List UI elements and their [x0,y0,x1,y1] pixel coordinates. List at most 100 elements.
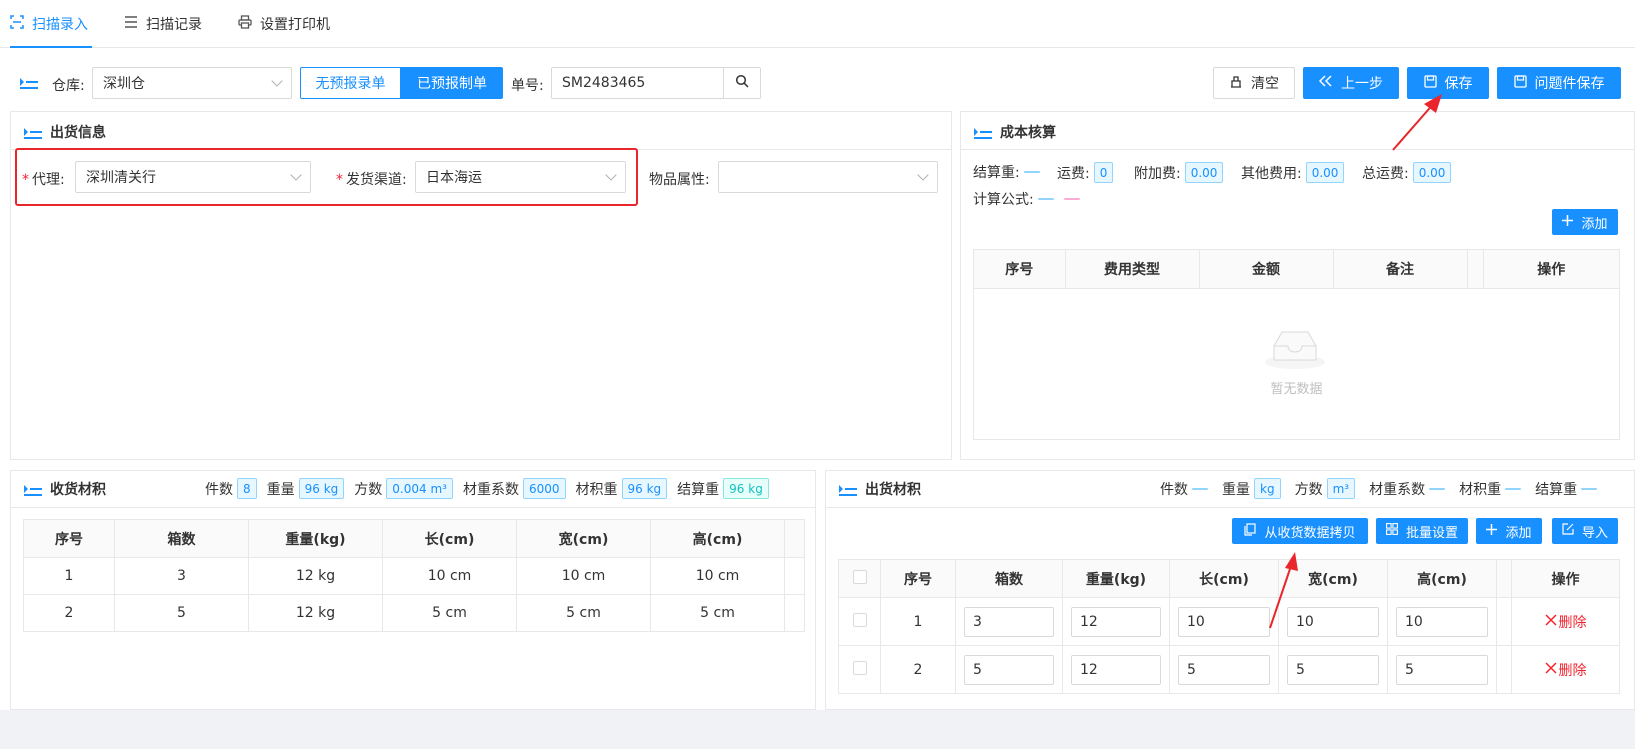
weight-input[interactable]: 12 [1071,654,1161,685]
item-attribute-label: 物品属性: [649,172,710,188]
box-count-input[interactable]: 3 [964,606,1054,637]
shipping-info-title: 出货信息 [50,125,106,141]
height-input[interactable]: 5 [1396,654,1488,685]
column-header: 重量(kg) [248,519,383,558]
copy-from-received-button[interactable]: 从收货数据拷贝 [1232,518,1368,544]
highlight-box [15,148,638,206]
table-row: 1 3 12 kg 10 cm 10 cm 10 cm [23,557,805,595]
delete-row-button[interactable]: 删除 [1544,612,1587,632]
stat-value-tag [1505,487,1522,490]
warehouse-select[interactable]: 深圳仓 [92,67,292,99]
stat-value-tag: 96 kg [298,478,345,499]
table-cell-spacer [1496,645,1512,694]
table-row: 2 5 12 5 5 5 删除 [838,645,1620,694]
column-header: 备注 [1332,250,1468,289]
problem-save-button[interactable]: 问题件保存 [1497,67,1621,99]
warehouse-label: 仓库: [52,78,85,94]
delete-row-button[interactable]: 删除 [1544,660,1587,680]
table-cell: 10 [1169,597,1279,646]
length-input[interactable]: 5 [1178,654,1270,685]
order-number-input[interactable]: SM2483465 [551,67,724,99]
length-input[interactable]: 10 [1178,606,1270,637]
divider [960,149,1635,150]
add-row-button[interactable]: 添加 [1476,518,1542,544]
add-cost-button[interactable]: 添加 [1552,209,1618,235]
table-cell: 3 [114,557,249,595]
table-cell-spacer [1496,597,1512,646]
column-header: 费用类型 [1064,250,1200,289]
stat-item: 结算重 [1535,478,1598,499]
stat-value-tag: kg [1254,478,1281,499]
table-cell: 1 [23,557,115,595]
stat-label: 方数 [1294,481,1323,498]
scan-icon [10,15,24,33]
select-all-checkbox[interactable] [852,569,867,584]
order-number-label: 单号: [511,78,544,94]
received-volume-title: 收货材积 [50,482,106,498]
search-icon [735,74,749,92]
delete-label: 删除 [1558,662,1587,679]
table-cell: 5 cm [516,594,651,632]
table-cell: 12 kg [248,594,383,632]
item-attribute-select[interactable] [718,161,938,193]
width-input[interactable]: 5 [1287,654,1379,685]
previous-step-button[interactable]: 上一步 [1303,67,1399,99]
cost-title: 成本核算 [1000,125,1056,141]
toggle-unreported-button[interactable]: 无预报录单 [300,67,401,99]
shipping-info-header: 出货信息 [24,122,106,142]
close-icon [1544,661,1557,678]
tab-printer-settings[interactable]: 设置打印机 [238,0,348,48]
empty-state-text: 暂无数据 [1270,382,1323,397]
tab-bar: 扫描录入 扫描记录 设置打印机 [0,0,1635,48]
batch-settings-button[interactable]: 批量设置 [1376,518,1468,544]
formula-label: 计算公式: [973,192,1034,208]
collapse-menu-icon[interactable] [20,75,38,89]
clear-button[interactable]: 清空 [1213,67,1295,99]
stat-item: 方数 0.004 m³ [354,478,453,499]
column-header: 操作 [1482,250,1619,289]
stat-value-tag: 0.004 m³ [386,478,453,499]
row-checkbox[interactable] [852,612,867,627]
divider [825,507,1635,508]
chevron-down-icon [271,75,283,87]
stat-item: 方数 m³ [1295,478,1356,499]
stat-label: 件数 [205,481,233,498]
width-input[interactable]: 10 [1287,606,1379,637]
plus-icon [1486,523,1498,539]
weight-input[interactable]: 12 [1071,606,1161,637]
row-select-cell [838,645,881,694]
column-header: 长(cm) [1169,559,1279,598]
save-icon [1513,74,1527,92]
table-cell: 10 [1278,597,1388,646]
tab-label: 扫描录入 [32,17,88,33]
tab-label: 扫描记录 [146,17,202,33]
box-count-input[interactable]: 5 [964,654,1054,685]
other-fee-label: 其他费用: [1241,165,1302,182]
settle-weight-label: 结算重: [973,165,1020,181]
add-cost-label: 添加 [1581,216,1608,232]
surcharge-label: 附加费: [1134,165,1181,182]
row-checkbox[interactable] [852,660,867,675]
order-number-value: SM2483465 [562,75,646,91]
received-stats: 件数 8 重量 96 kg 方数 0.004 m³ 材重系数 6000 材积重 96 kg… [205,478,769,499]
height-input[interactable]: 10 [1396,606,1488,637]
import-button[interactable]: 导入 [1552,518,1618,544]
stat-item: 材积重 96 kg [576,478,668,499]
menu-icon [839,482,857,496]
surcharge-stat: 附加费: 0.00 [1134,162,1224,183]
search-button[interactable] [723,67,761,99]
divider [10,507,816,508]
settle-weight-tag [1023,171,1040,173]
batch-settings-label: 批量设置 [1405,525,1458,541]
tab-scan-records[interactable]: 扫描记录 [124,0,214,48]
save-button[interactable]: 保存 [1407,67,1489,99]
stat-label: 重量 [1222,481,1250,498]
double-chevron-left-icon [1318,75,1333,91]
previous-step-label: 上一步 [1341,76,1383,92]
stat-label: 结算重 [1535,481,1578,498]
tab-scan-entry[interactable]: 扫描录入 [10,0,92,48]
copy-icon [1244,522,1257,540]
stat-value-tag: 96 kg [723,478,769,499]
stat-label: 材积重 [575,481,618,498]
toggle-reported-button[interactable]: 已预报制单 [401,67,503,99]
